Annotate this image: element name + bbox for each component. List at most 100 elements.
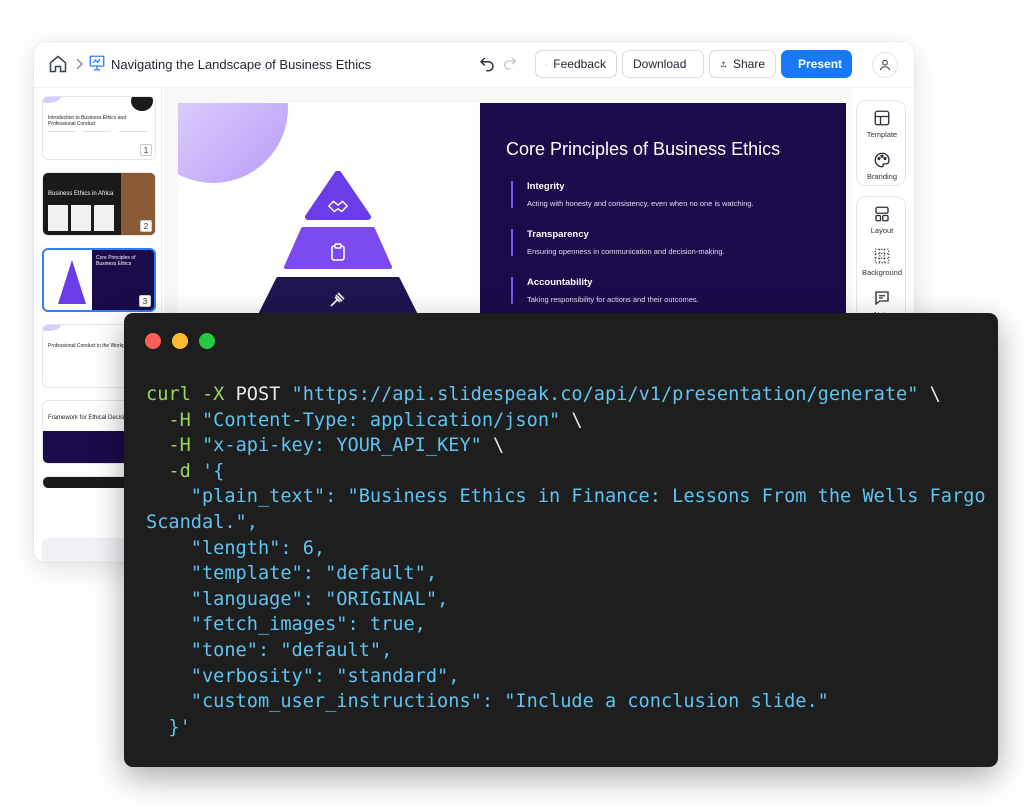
deck-title[interactable]: Navigating the Landscape of Business Eth…	[111, 57, 371, 72]
code-continuation: \	[481, 435, 505, 457]
code-string: "language": "ORIGINAL",	[190, 588, 449, 610]
principle-description: Ensuring openness in communication and d…	[527, 247, 725, 256]
principle-description: Acting with honesty and consistency, eve…	[527, 199, 754, 208]
chevron-right-icon	[76, 58, 84, 70]
code-line-4: -d '{	[146, 461, 224, 482]
code-flag: -d	[168, 460, 202, 482]
slide-thumbnail-1[interactable]: Introduction to Business Ethics and Prof…	[42, 96, 156, 160]
code-line-6: "length": 6,	[146, 538, 325, 559]
code-line-3: -H "x-api-key: YOUR_API_KEY" \	[146, 435, 504, 456]
code-command: curl	[146, 384, 191, 405]
notes-icon	[875, 291, 889, 306]
feedback-label: Feedback	[553, 57, 606, 71]
slide-title: Core Principles of Business Ethics	[506, 139, 781, 159]
thumbs-up-icon	[546, 63, 548, 65]
maximize-dot-icon[interactable]	[199, 333, 215, 349]
undo-icon[interactable]	[478, 55, 496, 73]
code-string: "Content-Type: application/json"	[201, 409, 561, 431]
slide-number: 3	[139, 295, 151, 307]
branding-tool[interactable]: Branding	[857, 151, 907, 181]
design-tools-group: Template Branding	[856, 100, 906, 186]
slide-thumbnail-3[interactable]: Core Principles of Business Ethics 3	[42, 248, 156, 312]
thumb-column	[48, 131, 76, 149]
redo-icon[interactable]	[502, 55, 518, 71]
present-button[interactable]: Present	[781, 50, 852, 78]
code-string: "custom_user_instructions": "Include a c…	[190, 691, 829, 713]
thumb-card	[71, 205, 91, 231]
presentation-icon	[89, 55, 105, 71]
download-button[interactable]: Download	[622, 50, 704, 78]
code-flag: -X	[190, 384, 236, 405]
clipboard-icon	[331, 243, 345, 261]
gavel-icon	[330, 292, 345, 307]
background-label: Background	[861, 268, 903, 277]
code-string: "verbosity": "standard",	[190, 665, 460, 687]
principle-heading: Accountability	[527, 277, 593, 288]
code-line-2: -H "Content-Type: application/json" \	[146, 409, 583, 431]
thumb-card	[48, 205, 68, 231]
home-icon[interactable]	[48, 54, 68, 74]
slide-thumbnail-2[interactable]: Business Ethics in Africa 2	[42, 172, 156, 236]
code-string: "template": "default",	[190, 563, 438, 585]
layout-tool[interactable]: Layout	[857, 205, 907, 235]
principle-heading: Transparency	[527, 229, 589, 240]
feedback-button[interactable]: Feedback	[535, 50, 617, 78]
code-string: "x-api-key: YOUR_API_KEY"	[201, 435, 482, 457]
chevron-down-icon	[692, 63, 693, 65]
background-icon	[874, 248, 890, 264]
code-string: "tone": "default",	[190, 639, 393, 661]
code-line-10: "tone": "default",	[146, 639, 393, 661]
top-bar: Navigating the Landscape of Business Eth…	[34, 42, 914, 88]
code-continuation: \	[560, 409, 583, 431]
user-icon	[879, 59, 891, 71]
share-button[interactable]: Share	[709, 50, 776, 78]
principle-transparency: Transparency Ensuring openness in commun…	[511, 229, 725, 256]
share-label: Share	[732, 57, 765, 71]
code-line-7: "template": "default",	[146, 563, 437, 584]
code-line-9: "fetch_images": true,	[146, 614, 426, 635]
principle-integrity: Integrity Acting with honesty and consis…	[511, 181, 754, 208]
avatar[interactable]	[872, 52, 898, 78]
principle-heading: Integrity	[527, 181, 565, 192]
stage: Navigating the Landscape of Business Eth…	[0, 0, 1024, 810]
share-icon	[720, 61, 727, 67]
slide-number: 1	[140, 144, 152, 156]
layout-label: Layout	[870, 226, 894, 235]
code-continuation: \	[918, 384, 941, 405]
close-dot-icon[interactable]	[145, 333, 161, 349]
code-string: '{	[201, 460, 225, 482]
code-line-8: "language": "ORIGINAL",	[146, 589, 448, 610]
present-label: Present	[798, 57, 843, 71]
code-line-5: "plain_text": "Business Ethics in Financ…	[146, 486, 997, 533]
thumb-shape	[43, 325, 61, 331]
code-string: }'	[168, 716, 191, 738]
code-flag: -H	[168, 409, 202, 431]
template-tool[interactable]: Template	[857, 109, 907, 139]
handshake-icon	[327, 200, 349, 213]
background-tool[interactable]: Background	[857, 247, 907, 277]
minimize-dot-icon[interactable]	[172, 333, 188, 349]
code-url: "https://api.slidespeak.co/api/v1/presen…	[291, 384, 919, 405]
layout-icon	[875, 206, 889, 222]
code-block: curl -X POST "https://api.slidespeak.co/…	[146, 382, 986, 740]
code-line-11: "verbosity": "standard",	[146, 665, 460, 687]
code-string: "fetch_images": true,	[190, 614, 426, 636]
code-string: "length": 6,	[190, 537, 326, 559]
principle-accountability: Accountability Taking responsibility for…	[511, 277, 699, 304]
thumb-pyramid	[58, 260, 86, 304]
branding-label: Branding	[866, 172, 898, 181]
thumb-column	[83, 131, 111, 149]
thumb-title: Introduction to Business Ethics and Prof…	[48, 115, 127, 127]
palette-icon	[874, 152, 890, 168]
code-flag: -H	[168, 435, 202, 457]
code-line-13: }'	[146, 716, 191, 738]
template-label: Template	[866, 130, 898, 139]
